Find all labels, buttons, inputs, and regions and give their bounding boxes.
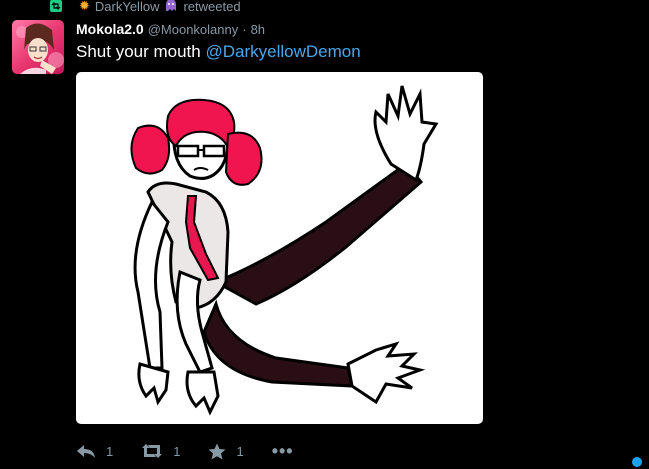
user-handle[interactable]: @Moonkolanny [148, 22, 239, 37]
retweeter-name[interactable]: DarkYellow [95, 0, 160, 14]
like-count: 1 [236, 443, 244, 459]
tweet-actions: 1 1 1 ••• [76, 440, 322, 462]
display-name[interactable]: Mokola2.0 [76, 21, 144, 37]
more-icon: ••• [271, 440, 294, 461]
star-icon [208, 443, 226, 460]
like-button[interactable]: 1 [208, 443, 244, 460]
retweet-action-icon [141, 443, 163, 459]
retweet-count: 1 [173, 443, 181, 459]
retweet-button[interactable]: 1 [141, 443, 180, 459]
sun-icon: ✹ [79, 0, 90, 13]
drawing-image [130, 85, 439, 416]
retweet-icon [50, 0, 62, 12]
ghost-icon [164, 0, 178, 15]
tweet: ✹ DarkYellow retweeted Mokola2.0 @Moonko… [0, 0, 649, 469]
unread-indicator [632, 457, 642, 467]
tweet-header: Mokola2.0 @Moonkolanny · 8h [76, 21, 265, 37]
timestamp[interactable]: 8h [251, 22, 265, 37]
more-button[interactable]: ••• [272, 441, 294, 462]
avatar[interactable] [12, 20, 64, 74]
separator: · [242, 22, 247, 37]
reply-button[interactable]: 1 [76, 443, 113, 459]
tweet-text: Shut your mouth @DarkyellowDemon [76, 42, 361, 62]
reply-count: 1 [106, 443, 114, 459]
mention-link[interactable]: @DarkyellowDemon [205, 42, 360, 61]
tweet-media[interactable] [76, 72, 483, 424]
reply-icon [76, 443, 96, 459]
retweeted-label: retweeted [183, 0, 241, 14]
tweet-body: Shut your mouth [76, 42, 206, 61]
retweet-context: ✹ DarkYellow retweeted [50, 0, 241, 15]
